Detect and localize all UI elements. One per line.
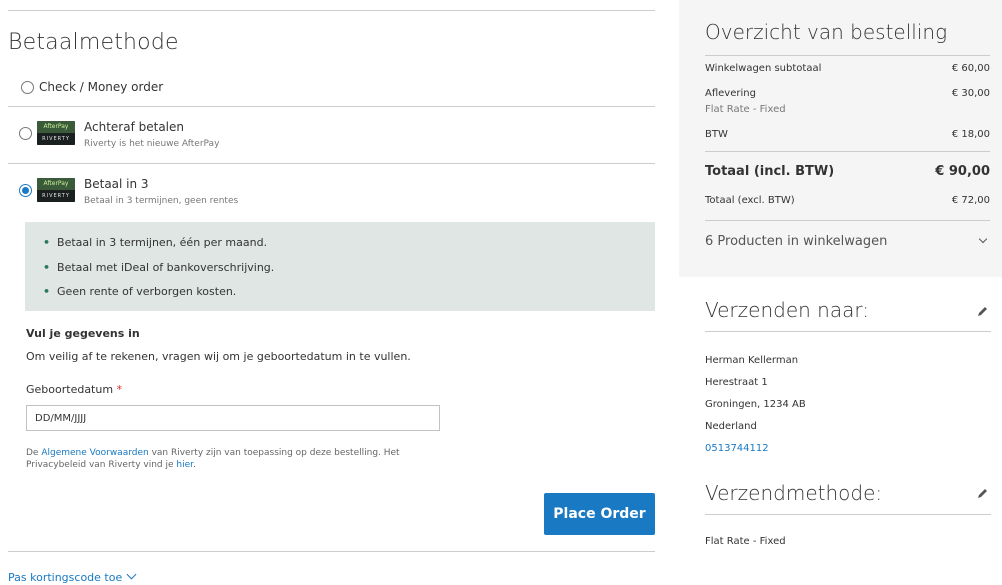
summary-title: Overzicht van bestelling	[705, 20, 948, 44]
place-order-button[interactable]: Place Order	[544, 493, 655, 535]
riverty-logo-icon: AfterPay RIVERTY	[37, 121, 75, 145]
ship-name: Herman Kellerman	[705, 355, 799, 366]
products-toggle[interactable]: 6 Producten in winkelwagen	[705, 234, 887, 249]
chevron-down-icon[interactable]	[978, 234, 988, 244]
chevron-down-icon	[126, 569, 137, 580]
divider	[705, 151, 990, 152]
payment-method-label: Achteraf betalen	[84, 120, 184, 134]
ship-method-value: Flat Rate - Fixed	[705, 536, 786, 547]
radio-afterpay[interactable]	[19, 127, 32, 140]
shipping-value: € 30,00	[951, 88, 990, 99]
form-description: Om veilig af te rekenen, vragen wij om j…	[26, 350, 411, 363]
edit-pencil-icon[interactable]	[977, 305, 989, 317]
terms-text: De Algemene Voorwaarden van Riverty zijn…	[26, 448, 400, 470]
dob-input[interactable]	[26, 405, 440, 431]
riverty-logo-icon: AfterPay RIVERTY	[37, 178, 75, 202]
privacy-link[interactable]: hier	[176, 460, 193, 470]
subtotal-value: € 60,00	[951, 63, 990, 74]
required-marker: *	[116, 383, 123, 396]
edit-pencil-icon[interactable]	[977, 487, 989, 499]
terms-link[interactable]: Algemene Voorwaarden	[41, 448, 148, 458]
payment-method-checkmo[interactable]: Check / Money order	[8, 76, 655, 106]
total-incl-value: € 90,00	[935, 164, 990, 179]
payment-method-sub: Betaal in 3 termijnen, geen rentes	[84, 196, 239, 206]
ship-city: Groningen, 1234 AB	[705, 399, 806, 410]
payment-method-sub: Riverty is het nieuwe AfterPay	[84, 139, 220, 149]
tax-value: € 18,00	[951, 129, 990, 140]
dob-label: Geboortedatum *	[26, 383, 123, 396]
ship-phone-link[interactable]: 0513744112	[705, 443, 769, 454]
ship-street: Herestraat 1	[705, 377, 768, 388]
ship-method-title: Verzendmethode:	[705, 481, 883, 505]
total-excl-label: Totaal (excl. BTW)	[705, 195, 795, 206]
ship-country: Nederland	[705, 421, 757, 432]
benefit-item: Betaal in 3 termijnen, één per maand.	[43, 236, 267, 249]
total-excl-value: € 72,00	[951, 195, 990, 206]
tax-label: BTW	[705, 129, 728, 140]
radio-checkmo[interactable]	[21, 81, 34, 94]
shipping-sub: Flat Rate - Fixed	[705, 104, 786, 115]
top-divider	[8, 10, 655, 11]
divider	[705, 514, 991, 515]
divider	[8, 551, 655, 552]
ship-to-title: Verzenden naar:	[705, 298, 869, 322]
benefit-item: Geen rente of verborgen kosten.	[43, 285, 236, 298]
divider	[705, 55, 990, 56]
form-heading: Vul je gegevens in	[26, 327, 140, 340]
total-incl-label: Totaal (incl. BTW)	[705, 164, 835, 179]
divider	[705, 331, 991, 332]
payment-title: Betaalmethode	[8, 30, 179, 55]
divider	[705, 220, 990, 221]
payment-method-label: Betaal in 3	[84, 177, 149, 191]
payment-section: Betaalmethode Check / Money order AfterP…	[8, 0, 655, 585]
subtotal-label: Winkelwagen subtotaal	[705, 63, 822, 74]
benefits-box: Betaal in 3 termijnen, één per maand. Be…	[25, 222, 655, 311]
shipping-label: Aflevering	[705, 88, 756, 99]
payment-method-afterpay[interactable]: AfterPay RIVERTY Achteraf betalen Rivert…	[8, 107, 655, 163]
order-summary: Overzicht van bestelling Winkelwagen sub…	[679, 0, 1002, 277]
payment-method-label: Check / Money order	[39, 80, 164, 94]
benefit-item: Betaal met iDeal of bankoverschrijving.	[43, 261, 274, 274]
discount-toggle[interactable]: Pas kortingscode toe	[8, 569, 137, 584]
radio-pay-in-3[interactable]	[19, 184, 32, 197]
payment-method-pay-in-3[interactable]: AfterPay RIVERTY Betaal in 3 Betaal in 3…	[8, 164, 655, 220]
